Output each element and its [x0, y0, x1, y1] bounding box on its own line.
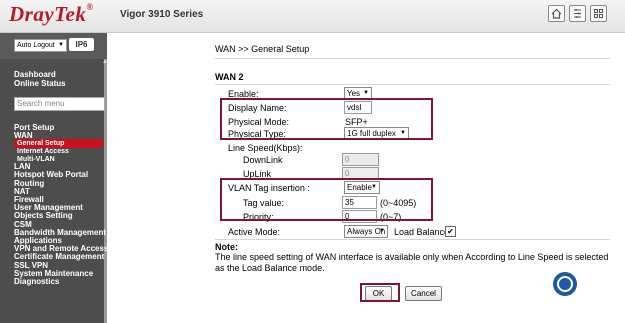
cancel-button[interactable]: Cancel	[405, 286, 442, 301]
sidebar-item-online-status[interactable]: Online Status	[14, 79, 66, 88]
search-menu-input[interactable]: Search menu	[14, 97, 105, 111]
sidebar-item-dashboard[interactable]: Dashboard	[14, 70, 56, 79]
highlight-box-display	[220, 98, 433, 140]
logo-text: DrayTek	[9, 2, 87, 26]
header-bar: DrayTek® Vigor 3910 Series	[0, 0, 625, 33]
section-title: WAN 2	[215, 72, 244, 82]
ipv6-badge[interactable]: IP6	[69, 38, 94, 51]
active-mode-label: Active Mode:	[228, 227, 281, 237]
highlight-box-vlan	[220, 178, 433, 221]
load-balance-checkbox[interactable]: ✔	[445, 226, 456, 237]
downlink-input[interactable]: 0	[342, 153, 379, 166]
note-title: Note:	[215, 242, 238, 252]
active-mode-select[interactable]: Always On ▼	[344, 225, 388, 238]
enable-select-value: Yes	[347, 89, 361, 98]
auto-logout-label: Auto Logout	[17, 42, 55, 49]
menu-grid-icon[interactable]	[590, 5, 607, 22]
scroll-up-icon[interactable]: ▲	[102, 59, 108, 65]
note-divider	[215, 239, 610, 240]
section-divider	[215, 84, 610, 85]
chevron-down-icon: ▼	[58, 42, 64, 48]
line-speed-label: Line Speed(Kbps):	[228, 143, 303, 153]
auto-logout-select[interactable]: Auto Logout ▼	[14, 39, 67, 52]
model-name: Vigor 3910 Series	[120, 9, 204, 20]
logo-registered-mark: ®	[86, 2, 94, 12]
highlight-box-ok	[360, 283, 400, 302]
sidebar: Auto Logout ▼ IP6 ▲ Dashboard Online Stat…	[0, 33, 108, 323]
title-divider	[215, 58, 610, 59]
breadcrumb: WAN >> General Setup	[215, 44, 310, 54]
draytek-logo[interactable]: DrayTek®	[9, 2, 94, 27]
sidebar-item-diagnostics[interactable]: Diagnostics	[14, 277, 59, 286]
load-balance-label: Load Balance:	[394, 227, 452, 237]
home-icon[interactable]	[548, 5, 565, 22]
sidebar-top-bar: Auto Logout ▼ IP6	[0, 33, 107, 59]
quick-start-icon[interactable]	[569, 5, 586, 22]
chevron-down-icon: ▼	[379, 228, 385, 234]
support-badge-icon[interactable]	[553, 272, 577, 296]
note-text: The line speed setting of WAN interface …	[215, 252, 609, 273]
downlink-label: DownLink	[243, 155, 283, 165]
